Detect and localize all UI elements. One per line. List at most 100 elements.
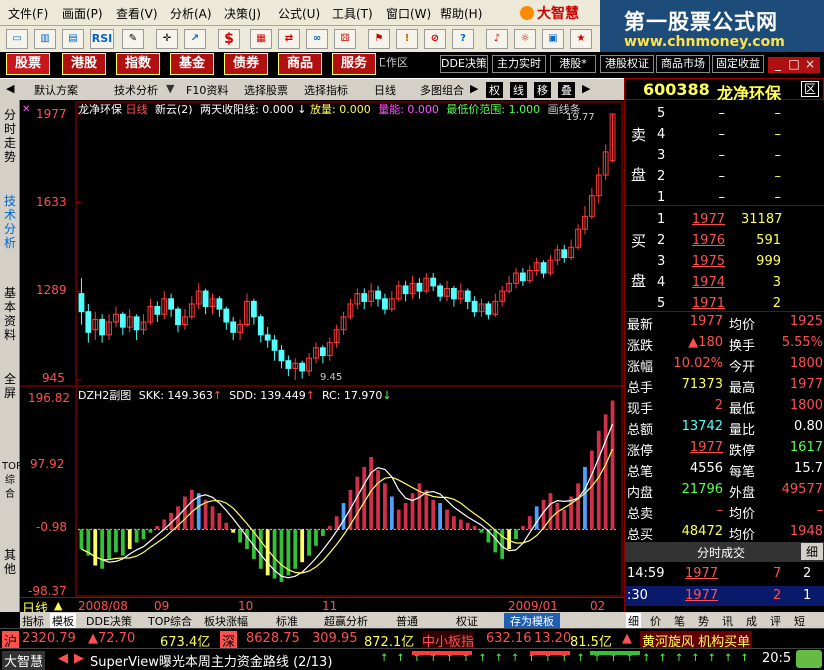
btab-super[interactable]: 超赢分析 [324, 613, 368, 629]
pen-icon[interactable]: ✎ [122, 29, 144, 49]
order-row[interactable]: 2 1976 591 [625, 231, 824, 252]
tab-line[interactable]: 线 [510, 82, 527, 98]
order-row[interactable]: 1 1977 31187 [625, 210, 824, 231]
close-button[interactable]: × [803, 57, 817, 71]
nav-hk-star[interactable]: 港股* [550, 55, 596, 73]
question-icon[interactable]: ? [452, 29, 474, 49]
dropdown-icon[interactable]: ▼ [166, 82, 174, 95]
btab-template[interactable]: 模板 [50, 613, 76, 629]
tab-select-indicator[interactable]: 选择指标 [304, 82, 348, 98]
nav-fixed-income[interactable]: 固定收益 [712, 55, 764, 73]
star-icon[interactable]: ★ [570, 29, 592, 49]
rsi-icon[interactable]: RSI [90, 29, 114, 49]
tab-daily[interactable]: 日线 [374, 82, 396, 98]
rtab-price[interactable]: 价 [650, 613, 661, 629]
rtab-deal[interactable]: 成 [746, 613, 757, 629]
vtab-top[interactable]: TOP综合 [2, 460, 22, 502]
menu-file[interactable]: 文件(F) [8, 5, 48, 22]
menu-help[interactable]: 帮助(H) [440, 5, 482, 22]
chart-area[interactable]: 龙净环保 日线 新云(2) 两天收阳线: 0.000 ↓ 放量: 0.000 量… [20, 100, 624, 617]
menu-decision[interactable]: 决策(J) [224, 5, 261, 22]
tab-f10[interactable]: F10资料 [186, 82, 228, 98]
order-row[interactable]: 2 – – [625, 167, 824, 188]
btab-dde[interactable]: DDE决策 [86, 613, 132, 629]
restore-button[interactable]: □ [787, 57, 801, 71]
btab-standard[interactable]: 标准 [276, 613, 298, 629]
scroll-right-icon[interactable]: ▶ [582, 82, 590, 95]
bulb-icon[interactable]: ☼ [514, 29, 536, 49]
menu-tools[interactable]: 工具(T) [332, 5, 373, 22]
nav-main-force[interactable]: 主力实时 [492, 55, 546, 73]
open-icon[interactable]: ▭ [6, 29, 28, 49]
order-row[interactable]: 4 – – [625, 125, 824, 146]
grid-icon[interactable]: ▦ [250, 29, 272, 49]
btab-warrant[interactable]: 权证 [456, 613, 478, 629]
btab-sector[interactable]: 板块涨幅 [204, 613, 248, 629]
nav-workspace[interactable]: 工作区 [380, 55, 410, 73]
order-row[interactable]: 3 1975 999 [625, 252, 824, 273]
binoculars-icon[interactable]: ∞ [306, 29, 328, 49]
warning-icon[interactable]: ! [396, 29, 418, 49]
rtab-news[interactable]: 讯 [722, 613, 733, 629]
order-row[interactable]: 3 – – [625, 146, 824, 167]
scroll-right-icon[interactable]: ▶ [74, 651, 84, 666]
tab-select-stock[interactable]: 选择股票 [244, 82, 288, 98]
nav-fund[interactable]: 基金 [170, 53, 214, 75]
menu-analysis[interactable]: 分析(A) [170, 5, 212, 22]
dollar-icon[interactable]: $ [218, 29, 240, 49]
stock-close-button[interactable]: 区 [801, 81, 819, 97]
tab-rights[interactable]: 权 [486, 82, 503, 98]
menu-formula[interactable]: 公式(U) [278, 5, 320, 22]
drag-handle-icon[interactable]: ✕ [22, 104, 30, 115]
tab-technical-analysis[interactable]: 技术分析 [114, 82, 158, 98]
rtab-detail[interactable]: 细 [626, 613, 641, 629]
rtab-short[interactable]: 短 [794, 613, 805, 629]
chart-icon[interactable]: ▤ [62, 29, 84, 49]
kline-icon[interactable]: ▥ [34, 29, 56, 49]
ticker-text[interactable]: SuperView曝光本周主力资金路线 (2/13) [90, 651, 332, 670]
tick-row[interactable]: 14:59 1977 7 2 [625, 564, 824, 584]
btab-save-template[interactable]: 存为模板 [504, 613, 560, 629]
rtab-trades[interactable]: 笔 [674, 613, 685, 629]
vtab-intraday[interactable]: 分时走势 [2, 108, 18, 164]
vtab-fullscreen[interactable]: 全屏 [2, 372, 18, 400]
btab-indicator[interactable]: 指标 [22, 613, 44, 629]
vtab-fundamental[interactable]: 基本资料 [2, 286, 18, 342]
crosshair-icon[interactable]: ✛ [156, 29, 178, 49]
switch-icon[interactable]: ⇄ [278, 29, 300, 49]
minimize-button[interactable]: _ [771, 57, 785, 71]
dice-icon[interactable]: ⚄ [334, 29, 356, 49]
menu-window[interactable]: 窗口(W) [386, 5, 431, 22]
vtab-other[interactable]: 其他 [2, 548, 18, 576]
tab-multi-chart[interactable]: 多图组合 [420, 82, 464, 98]
kline-chart[interactable] [20, 100, 624, 612]
scroll-left-icon[interactable]: ◀ [58, 651, 68, 666]
btab-top[interactable]: TOP综合 [148, 613, 192, 629]
prev-arrow-icon[interactable]: ◀ [6, 82, 14, 95]
stop-icon[interactable]: ⊘ [424, 29, 446, 49]
nav-bond[interactable]: 债券 [224, 53, 268, 75]
nav-dde[interactable]: DDE决策 [440, 55, 488, 73]
nav-hk-warrant[interactable]: 港股权证 [600, 55, 654, 73]
nav-commodity[interactable]: 商品 [278, 53, 322, 75]
btab-normal[interactable]: 普通 [396, 613, 418, 629]
rtab-comment[interactable]: 评 [770, 613, 781, 629]
flag-icon[interactable]: ⚑ [368, 29, 390, 49]
bell-icon[interactable]: ♪ [486, 29, 508, 49]
arrow-icon[interactable]: ↗ [184, 29, 206, 49]
nav-index[interactable]: 指数 [116, 53, 160, 75]
monitor-icon[interactable]: ▣ [542, 29, 564, 49]
menu-view[interactable]: 查看(V) [116, 5, 158, 22]
tab-move[interactable]: 移 [534, 82, 551, 98]
rtab-trend[interactable]: 势 [698, 613, 709, 629]
ticks-detail-button[interactable]: 细 [801, 543, 823, 560]
tab-default-scheme[interactable]: 默认方案 [34, 82, 78, 98]
order-row[interactable]: 5 – – [625, 104, 824, 125]
nav-stocks[interactable]: 股票 [6, 53, 50, 75]
tab-overlay[interactable]: 叠 [558, 82, 575, 98]
nav-service[interactable]: 服务 [332, 53, 376, 75]
period-arrow-icon[interactable]: ▲ [54, 599, 62, 612]
order-row[interactable]: 4 1974 3 [625, 273, 824, 294]
menu-screen[interactable]: 画面(P) [62, 5, 103, 22]
nav-commodity-market[interactable]: 商品市场 [656, 55, 710, 73]
